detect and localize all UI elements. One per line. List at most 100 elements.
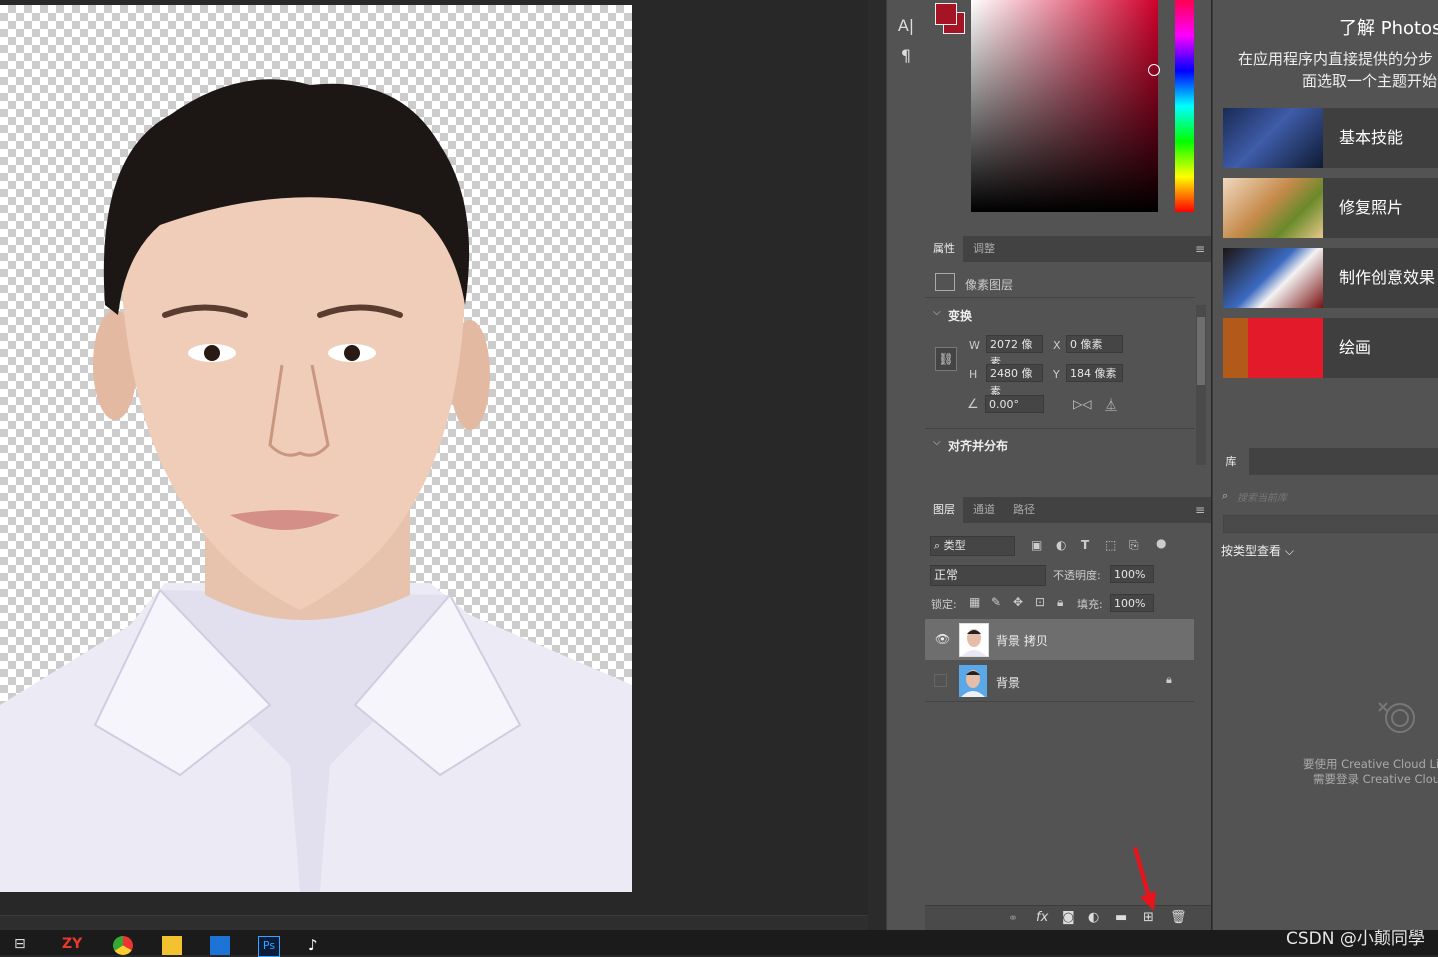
height-field[interactable]: 2480 像素 bbox=[986, 364, 1043, 398]
type-filter-icon[interactable]: T bbox=[1081, 538, 1089, 552]
mask-icon[interactable]: ◙ bbox=[1062, 910, 1075, 925]
angle-field[interactable]: 0.00° bbox=[985, 395, 1044, 413]
topic-creative-effects[interactable]: 制作创意效果 bbox=[1223, 248, 1438, 308]
learn-subtitle-2: 面选取一个主题开始 bbox=[1302, 72, 1438, 90]
fill-field[interactable]: 100% bbox=[1110, 594, 1154, 612]
adjustment-filter-icon[interactable]: ◐ bbox=[1056, 538, 1066, 552]
x-field[interactable]: 0 像素 bbox=[1066, 335, 1123, 353]
properties-tabbar: 属性 调整 ≡ bbox=[925, 236, 1211, 262]
library-message-1: 要使用 Creative Cloud Lib bbox=[1303, 757, 1438, 771]
properties-scrollbar[interactable] bbox=[1196, 305, 1206, 465]
layer-row[interactable]: 👁︎ 背景 拷贝 bbox=[925, 619, 1194, 660]
canvas-area[interactable] bbox=[0, 0, 868, 930]
topic-thumbnail bbox=[1223, 318, 1323, 378]
folder-icon[interactable]: ▬ bbox=[1115, 910, 1127, 925]
visibility-toggle[interactable] bbox=[934, 674, 947, 687]
character-panel-icon[interactable]: A| bbox=[887, 16, 925, 35]
learn-title: 了解 Photosh bbox=[1339, 18, 1438, 39]
taskbar: ⊟ ZY Ps ♪ bbox=[0, 930, 1438, 957]
arrow-annotation bbox=[1133, 847, 1156, 911]
eye-icon[interactable]: 👁︎ bbox=[935, 632, 950, 646]
learn-library-column: 了解 Photosh 在应用程序内直接提供的分步 面选取一个主题开始 基本技能 … bbox=[1212, 0, 1438, 949]
topic-fix-photo[interactable]: 修复照片 bbox=[1223, 178, 1438, 238]
layer-name[interactable]: 背景 拷贝 bbox=[996, 632, 1048, 649]
layer-row[interactable]: 背景 🔒︎ bbox=[925, 661, 1194, 702]
vertical-scrollbar[interactable] bbox=[868, 0, 886, 930]
filter-toggle-icon[interactable]: ● bbox=[1156, 536, 1166, 550]
y-label: Y bbox=[1053, 368, 1060, 381]
topic-label: 制作创意效果 bbox=[1339, 268, 1436, 287]
flip-vertical-icon[interactable]: ⏅ bbox=[1105, 396, 1117, 413]
color-panel bbox=[925, 0, 1211, 236]
view-by-type-dropdown[interactable]: 按类型查看 ⌵ bbox=[1221, 542, 1294, 559]
foreground-color-swatch[interactable] bbox=[935, 3, 957, 25]
topic-painting[interactable]: 绘画 bbox=[1223, 318, 1438, 378]
layers-tabbar: 图层 通道 路径 ≡ bbox=[925, 497, 1211, 523]
topic-basic-skills[interactable]: 基本技能 bbox=[1223, 108, 1438, 168]
lock-artboard-icon[interactable]: ⊡ bbox=[1035, 595, 1045, 609]
chevron-down-icon: ⌵ bbox=[1281, 544, 1294, 558]
panels-column: 属性 调整 ≡ 像素图层 ⌵ 变换 ⛓ W 2072 像素 X 0 像素 H 2… bbox=[925, 0, 1211, 931]
tiktok-icon[interactable]: ♪ bbox=[308, 936, 328, 955]
library-select[interactable] bbox=[1223, 515, 1438, 533]
file-explorer-icon[interactable] bbox=[162, 936, 182, 955]
topic-thumbnail bbox=[1223, 178, 1323, 238]
link-icon[interactable]: ⚭ bbox=[1008, 911, 1018, 925]
lock-brush-icon[interactable]: ✎ bbox=[991, 595, 1001, 609]
panel-menu-icon[interactable]: ≡ bbox=[1195, 503, 1205, 517]
lock-all-icon[interactable]: 🔒︎ bbox=[1057, 595, 1063, 610]
store-icon[interactable] bbox=[210, 936, 230, 955]
pixel-filter-icon[interactable]: ▣ bbox=[1031, 538, 1042, 552]
lock-transparency-icon[interactable]: ▦ bbox=[969, 595, 980, 609]
portrait-thumb bbox=[961, 670, 985, 697]
divider bbox=[925, 297, 1195, 298]
hue-slider[interactable] bbox=[1175, 0, 1194, 212]
zy-app-icon[interactable]: ZY bbox=[62, 936, 82, 955]
scroll-thumb[interactable] bbox=[1197, 317, 1205, 385]
portrait-thumb bbox=[962, 629, 986, 656]
lock-move-icon[interactable]: ✥ bbox=[1013, 595, 1023, 609]
topic-label: 基本技能 bbox=[1339, 128, 1404, 147]
horizontal-scrollbar[interactable] bbox=[0, 915, 868, 930]
tab-properties[interactable]: 属性 bbox=[925, 236, 963, 262]
layer-name[interactable]: 背景 bbox=[996, 674, 1020, 691]
paragraph-panel-icon[interactable]: ¶ bbox=[887, 46, 925, 65]
panel-menu-icon[interactable]: ≡ bbox=[1195, 242, 1205, 256]
color-picker-cursor[interactable] bbox=[1148, 64, 1160, 76]
tab-adjustments[interactable]: 调整 bbox=[965, 236, 1003, 262]
tab-layers[interactable]: 图层 bbox=[925, 497, 963, 523]
tab-paths[interactable]: 路径 bbox=[1005, 497, 1043, 523]
fx-icon[interactable]: fx bbox=[1036, 910, 1048, 925]
document-canvas[interactable] bbox=[0, 5, 632, 892]
shape-filter-icon[interactable]: ⬚ bbox=[1105, 538, 1116, 552]
link-dimensions-icon[interactable]: ⛓ bbox=[935, 347, 957, 371]
task-view-icon[interactable]: ⊟ bbox=[14, 936, 34, 955]
divider bbox=[925, 428, 1195, 429]
chrome-icon[interactable] bbox=[113, 936, 133, 955]
trash-icon[interactable]: 🗑︎ bbox=[1170, 910, 1187, 925]
chevron-down-icon[interactable]: ⌵ bbox=[933, 307, 941, 318]
view-by-label: 按类型查看 bbox=[1221, 544, 1282, 558]
chevron-down-icon[interactable]: ⌵ bbox=[933, 437, 941, 448]
saturation-brightness-field[interactable] bbox=[971, 0, 1160, 212]
layer-filter-select[interactable]: ⌕ 类型 bbox=[930, 536, 1015, 556]
creative-cloud-icon bbox=[1378, 702, 1415, 733]
width-field[interactable]: 2072 像素 bbox=[986, 335, 1043, 369]
tab-channels[interactable]: 通道 bbox=[965, 497, 1003, 523]
learn-panel: 了解 Photosh 在应用程序内直接提供的分步 面选取一个主题开始 基本技能 … bbox=[1213, 0, 1438, 448]
adjustment-icon[interactable]: ◐ bbox=[1088, 910, 1099, 925]
search-icon: ⌕ bbox=[1222, 489, 1229, 502]
fill-label: 填充: bbox=[1077, 598, 1103, 611]
blend-mode-select[interactable]: 正常 bbox=[930, 565, 1046, 586]
flip-horizontal-icon[interactable]: ▷◁ bbox=[1073, 397, 1091, 411]
opacity-field[interactable]: 100% bbox=[1110, 565, 1154, 583]
transform-header[interactable]: 变换 bbox=[948, 307, 972, 324]
width-label: W bbox=[969, 339, 980, 352]
tab-library[interactable]: 库 bbox=[1213, 448, 1249, 475]
y-field[interactable]: 184 像素 bbox=[1066, 364, 1123, 382]
photoshop-icon[interactable]: Ps bbox=[258, 936, 280, 957]
library-tabbar: 库 bbox=[1213, 448, 1438, 475]
library-search-input[interactable]: 搜索当前库 bbox=[1237, 489, 1287, 504]
align-distribute-header[interactable]: 对齐并分布 bbox=[948, 437, 1008, 454]
smart-object-filter-icon[interactable]: ⎘ bbox=[1129, 538, 1139, 553]
